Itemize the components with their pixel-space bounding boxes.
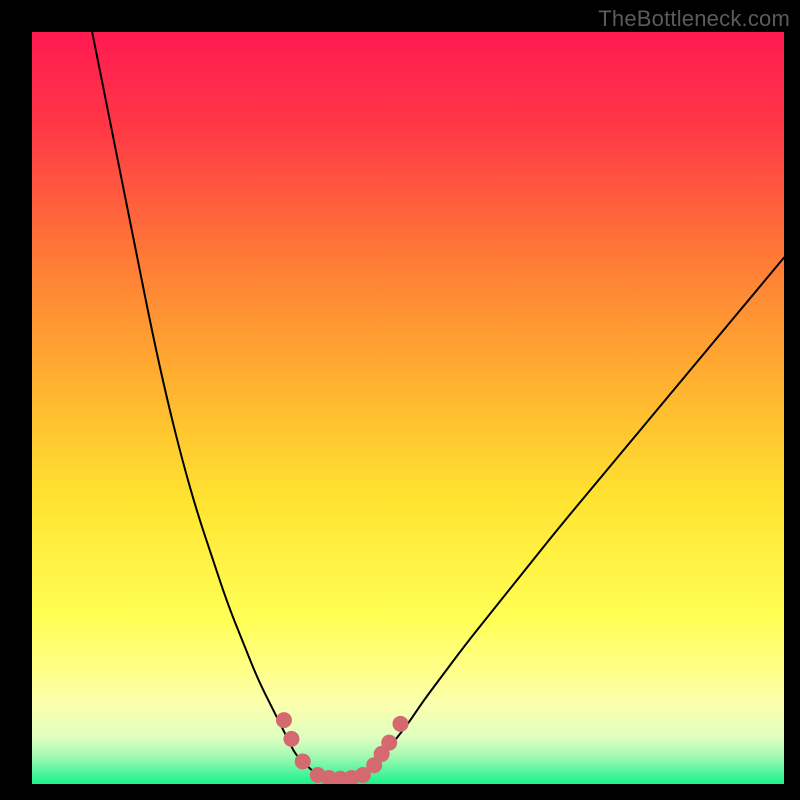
plot-area [32, 32, 784, 784]
marker-point [276, 712, 292, 728]
marker-point [392, 716, 408, 732]
markers-layer [32, 32, 784, 784]
marker-point [295, 753, 311, 769]
chart-frame: TheBottleneck.com [0, 0, 800, 800]
watermark-text: TheBottleneck.com [598, 6, 790, 32]
marker-point [381, 735, 397, 751]
marker-point [283, 731, 299, 747]
